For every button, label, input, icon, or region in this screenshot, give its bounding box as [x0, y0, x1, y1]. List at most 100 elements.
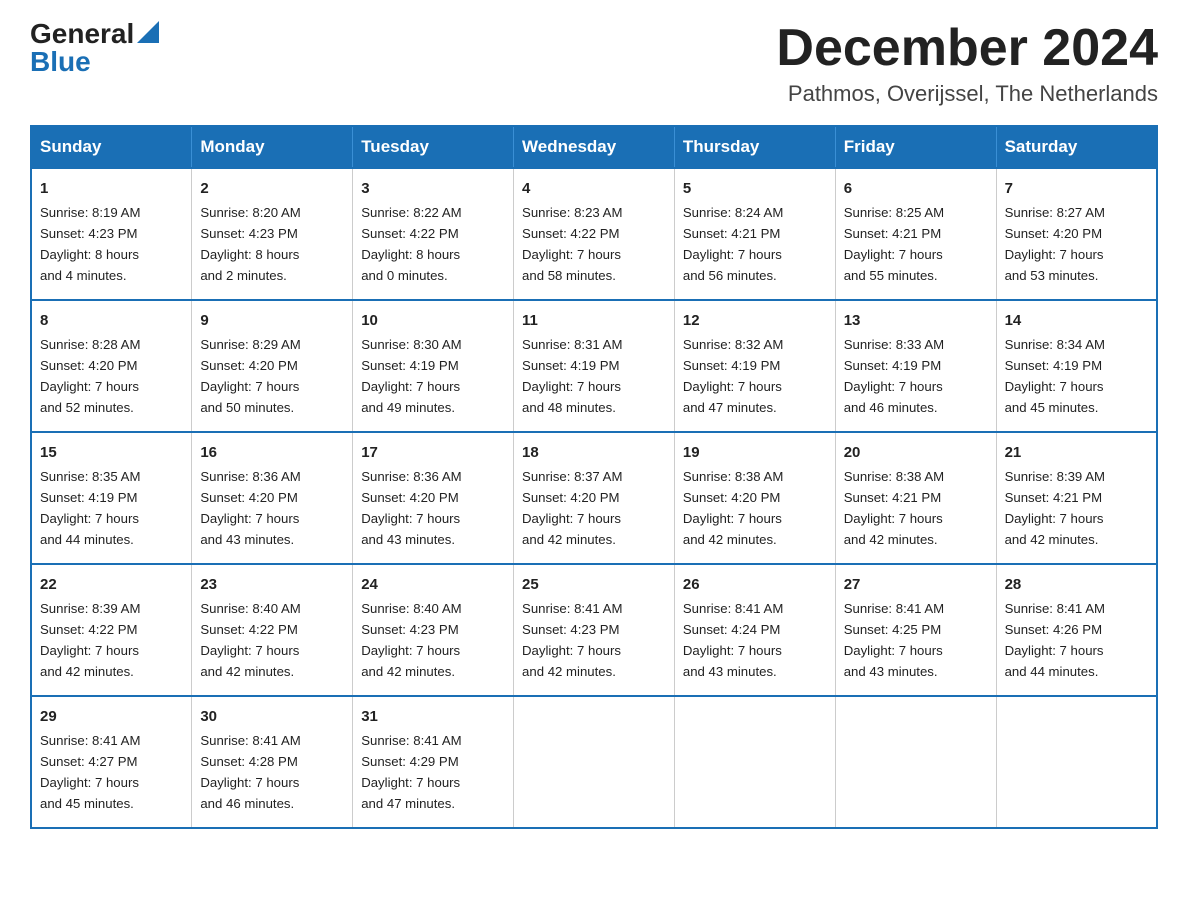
- day-number: 8: [40, 309, 183, 332]
- day-info: Sunrise: 8:23 AM Sunset: 4:22 PM Dayligh…: [522, 205, 622, 283]
- day-info: Sunrise: 8:33 AM Sunset: 4:19 PM Dayligh…: [844, 337, 944, 415]
- calendar-week-row: 29 Sunrise: 8:41 AM Sunset: 4:27 PM Dayli…: [31, 696, 1157, 828]
- calendar-day-10: 10 Sunrise: 8:30 AM Sunset: 4:19 PM Dayli…: [353, 300, 514, 432]
- calendar-day-25: 25 Sunrise: 8:41 AM Sunset: 4:23 PM Dayli…: [514, 564, 675, 696]
- calendar-day-20: 20Sunrise: 8:38 AM Sunset: 4:21 PM Dayli…: [835, 432, 996, 564]
- day-number: 7: [1005, 177, 1148, 200]
- calendar-day-30: 30 Sunrise: 8:41 AM Sunset: 4:28 PM Dayli…: [192, 696, 353, 828]
- weekday-header-sunday: Sunday: [31, 126, 192, 168]
- day-info: Sunrise: 8:41 AM Sunset: 4:29 PM Dayligh…: [361, 733, 461, 811]
- day-number: 1: [40, 177, 183, 200]
- calendar-day-17: 17 Sunrise: 8:36 AM Sunset: 4:20 PM Dayli…: [353, 432, 514, 564]
- weekday-header-tuesday: Tuesday: [353, 126, 514, 168]
- calendar-day-empty: [674, 696, 835, 828]
- day-number: 2: [200, 177, 344, 200]
- calendar: SundayMondayTuesdayWednesdayThursdayFrid…: [30, 125, 1158, 829]
- day-number: 4: [522, 177, 666, 200]
- weekday-header-monday: Monday: [192, 126, 353, 168]
- day-number: 19: [683, 441, 827, 464]
- day-info: Sunrise: 8:41 AM Sunset: 4:23 PM Dayligh…: [522, 601, 622, 679]
- day-info: Sunrise: 8:20 AM Sunset: 4:23 PM Dayligh…: [200, 205, 300, 283]
- calendar-day-11: 11 Sunrise: 8:31 AM Sunset: 4:19 PM Dayli…: [514, 300, 675, 432]
- day-info: Sunrise: 8:36 AM Sunset: 4:20 PM Dayligh…: [200, 469, 300, 547]
- day-info: Sunrise: 8:35 AM Sunset: 4:19 PM Dayligh…: [40, 469, 140, 547]
- logo-triangle-icon: [137, 21, 159, 43]
- calendar-day-31: 31Sunrise: 8:41 AM Sunset: 4:29 PM Dayli…: [353, 696, 514, 828]
- logo: General Blue: [30, 20, 159, 76]
- calendar-day-14: 14Sunrise: 8:34 AM Sunset: 4:19 PM Dayli…: [996, 300, 1157, 432]
- calendar-day-1: 1 Sunrise: 8:19 AM Sunset: 4:23 PM Daylig…: [31, 168, 192, 300]
- calendar-day-9: 9 Sunrise: 8:29 AM Sunset: 4:20 PM Daylig…: [192, 300, 353, 432]
- day-number: 5: [683, 177, 827, 200]
- calendar-day-21: 21Sunrise: 8:39 AM Sunset: 4:21 PM Dayli…: [996, 432, 1157, 564]
- day-number: 13: [844, 309, 988, 332]
- day-info: Sunrise: 8:30 AM Sunset: 4:19 PM Dayligh…: [361, 337, 461, 415]
- title-area: December 2024 Pathmos, Overijssel, The N…: [776, 20, 1158, 107]
- day-number: 9: [200, 309, 344, 332]
- calendar-day-19: 19 Sunrise: 8:38 AM Sunset: 4:20 PM Dayli…: [674, 432, 835, 564]
- day-info: Sunrise: 8:39 AM Sunset: 4:22 PM Dayligh…: [40, 601, 140, 679]
- calendar-day-26: 26Sunrise: 8:41 AM Sunset: 4:24 PM Dayli…: [674, 564, 835, 696]
- day-info: Sunrise: 8:41 AM Sunset: 4:24 PM Dayligh…: [683, 601, 783, 679]
- day-number: 25: [522, 573, 666, 596]
- day-number: 21: [1005, 441, 1148, 464]
- calendar-day-empty: [835, 696, 996, 828]
- calendar-week-row: 15 Sunrise: 8:35 AM Sunset: 4:19 PM Dayli…: [31, 432, 1157, 564]
- day-number: 24: [361, 573, 505, 596]
- day-info: Sunrise: 8:19 AM Sunset: 4:23 PM Dayligh…: [40, 205, 140, 283]
- day-info: Sunrise: 8:28 AM Sunset: 4:20 PM Dayligh…: [40, 337, 140, 415]
- weekday-header-wednesday: Wednesday: [514, 126, 675, 168]
- main-title: December 2024: [776, 20, 1158, 77]
- day-info: Sunrise: 8:38 AM Sunset: 4:20 PM Dayligh…: [683, 469, 783, 547]
- day-number: 10: [361, 309, 505, 332]
- day-number: 18: [522, 441, 666, 464]
- calendar-day-23: 23 Sunrise: 8:40 AM Sunset: 4:22 PM Dayli…: [192, 564, 353, 696]
- calendar-day-16: 16Sunrise: 8:36 AM Sunset: 4:20 PM Dayli…: [192, 432, 353, 564]
- weekday-header-thursday: Thursday: [674, 126, 835, 168]
- day-number: 23: [200, 573, 344, 596]
- day-info: Sunrise: 8:34 AM Sunset: 4:19 PM Dayligh…: [1005, 337, 1105, 415]
- calendar-day-5: 5 Sunrise: 8:24 AM Sunset: 4:21 PM Daylig…: [674, 168, 835, 300]
- weekday-header-friday: Friday: [835, 126, 996, 168]
- calendar-day-28: 28 Sunrise: 8:41 AM Sunset: 4:26 PM Dayli…: [996, 564, 1157, 696]
- day-number: 3: [361, 177, 505, 200]
- calendar-day-empty: [996, 696, 1157, 828]
- day-info: Sunrise: 8:36 AM Sunset: 4:20 PM Dayligh…: [361, 469, 461, 547]
- calendar-day-8: 8 Sunrise: 8:28 AM Sunset: 4:20 PM Daylig…: [31, 300, 192, 432]
- day-number: 28: [1005, 573, 1148, 596]
- calendar-week-row: 22 Sunrise: 8:39 AM Sunset: 4:22 PM Dayli…: [31, 564, 1157, 696]
- day-number: 30: [200, 705, 344, 728]
- header: General Blue December 2024 Pathmos, Over…: [30, 20, 1158, 107]
- day-info: Sunrise: 8:29 AM Sunset: 4:20 PM Dayligh…: [200, 337, 300, 415]
- calendar-week-row: 8 Sunrise: 8:28 AM Sunset: 4:20 PM Daylig…: [31, 300, 1157, 432]
- day-number: 17: [361, 441, 505, 464]
- calendar-day-13: 13 Sunrise: 8:33 AM Sunset: 4:19 PM Dayli…: [835, 300, 996, 432]
- day-info: Sunrise: 8:37 AM Sunset: 4:20 PM Dayligh…: [522, 469, 622, 547]
- day-number: 11: [522, 309, 666, 332]
- day-info: Sunrise: 8:32 AM Sunset: 4:19 PM Dayligh…: [683, 337, 783, 415]
- day-number: 6: [844, 177, 988, 200]
- calendar-day-2: 2 Sunrise: 8:20 AM Sunset: 4:23 PM Daylig…: [192, 168, 353, 300]
- calendar-day-4: 4 Sunrise: 8:23 AM Sunset: 4:22 PM Daylig…: [514, 168, 675, 300]
- day-number: 29: [40, 705, 183, 728]
- day-info: Sunrise: 8:38 AM Sunset: 4:21 PM Dayligh…: [844, 469, 944, 547]
- day-info: Sunrise: 8:41 AM Sunset: 4:27 PM Dayligh…: [40, 733, 140, 811]
- calendar-day-22: 22 Sunrise: 8:39 AM Sunset: 4:22 PM Dayli…: [31, 564, 192, 696]
- calendar-week-row: 1 Sunrise: 8:19 AM Sunset: 4:23 PM Daylig…: [31, 168, 1157, 300]
- calendar-day-29: 29 Sunrise: 8:41 AM Sunset: 4:27 PM Dayli…: [31, 696, 192, 828]
- day-info: Sunrise: 8:41 AM Sunset: 4:26 PM Dayligh…: [1005, 601, 1105, 679]
- day-info: Sunrise: 8:27 AM Sunset: 4:20 PM Dayligh…: [1005, 205, 1105, 283]
- day-info: Sunrise: 8:25 AM Sunset: 4:21 PM Dayligh…: [844, 205, 944, 283]
- logo-blue: Blue: [30, 46, 91, 77]
- day-number: 22: [40, 573, 183, 596]
- day-number: 27: [844, 573, 988, 596]
- day-info: Sunrise: 8:24 AM Sunset: 4:21 PM Dayligh…: [683, 205, 783, 283]
- day-number: 12: [683, 309, 827, 332]
- calendar-day-24: 24Sunrise: 8:40 AM Sunset: 4:23 PM Dayli…: [353, 564, 514, 696]
- day-info: Sunrise: 8:31 AM Sunset: 4:19 PM Dayligh…: [522, 337, 622, 415]
- calendar-day-empty: [514, 696, 675, 828]
- day-info: Sunrise: 8:40 AM Sunset: 4:22 PM Dayligh…: [200, 601, 300, 679]
- calendar-header-row: SundayMondayTuesdayWednesdayThursdayFrid…: [31, 126, 1157, 168]
- day-number: 15: [40, 441, 183, 464]
- day-info: Sunrise: 8:41 AM Sunset: 4:28 PM Dayligh…: [200, 733, 300, 811]
